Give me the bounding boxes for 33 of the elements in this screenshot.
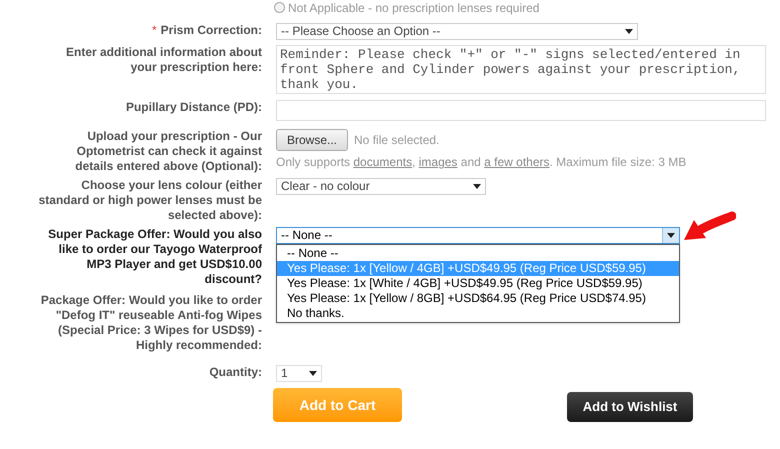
radio-button[interactable] [274, 2, 285, 13]
radio-label: Not Applicable - no prescription lenses required [288, 0, 540, 16]
field-label: Pupillary Distance (PD): [126, 100, 262, 114]
field-label: Package Offer: Would you like to order "Defog IT" reuseable Anti-fog Wipes (Special Price: 3 Wipes for USD$9) - Highly recommended: [40, 293, 262, 352]
dropdown-option[interactable]: Yes Please: 1x [White / 4GB] +USD$49.95 (Reg Price USD$59.95) [277, 276, 679, 291]
caret-icon [625, 29, 633, 34]
help-link[interactable]: a few others [484, 155, 550, 169]
dropdown-option[interactable]: No thanks. [277, 306, 679, 321]
caret-icon [309, 371, 317, 376]
file-status-text: No file selected. [354, 132, 440, 148]
file-help-text: Only supports documents, images and a few others. Maximum file size: 3 MB [276, 155, 688, 170]
text-input-field[interactable] [276, 100, 766, 121]
field-label: Upload your prescription - Our Optometrist can check it against details entered above (Optional): [75, 129, 262, 173]
required-asterisk: * [152, 23, 157, 37]
dropdown-option[interactable]: Yes Please: 1x [Yellow / 8GB] +USD$64.95 (Reg Price USD$74.95) [277, 291, 679, 306]
help-link[interactable]: images [418, 155, 458, 169]
field-label: Super Package Offer: Would you also like to order our Tayogo Waterproof MP3 Player and get USD$10.00 discount? [48, 227, 262, 286]
dropdown-option[interactable]: -- None -- [277, 246, 679, 261]
field-label: Choose your lens colour (either standard or high power lenses must be selected above): [38, 178, 262, 222]
field-label: Prism Correction: [160, 23, 262, 37]
field-label: Quantity: [209, 365, 262, 379]
add-to-wishlist-button[interactable]: Add to Wishlist [567, 392, 693, 422]
browse-button[interactable]: Browse... [276, 129, 348, 151]
quantity-select-field[interactable]: 1 [276, 365, 322, 382]
caret-icon [473, 184, 481, 189]
textarea-field[interactable]: Reminder: Please check "+" or "-" signs selected/entered in front Sphere and Cylinder powers against your prescription, thank you. [276, 45, 766, 94]
caret-icon [667, 233, 675, 238]
dropdown-arrow-button[interactable] [662, 228, 679, 243]
help-link[interactable]: documents [353, 155, 412, 169]
select-field[interactable]: Clear - no colour [276, 178, 486, 195]
select-field[interactable]: -- Please Choose an Option -- [276, 23, 638, 40]
field-label: Enter additional information about your prescription here: [66, 45, 262, 74]
package-select-field[interactable]: -- None -- [276, 227, 680, 244]
